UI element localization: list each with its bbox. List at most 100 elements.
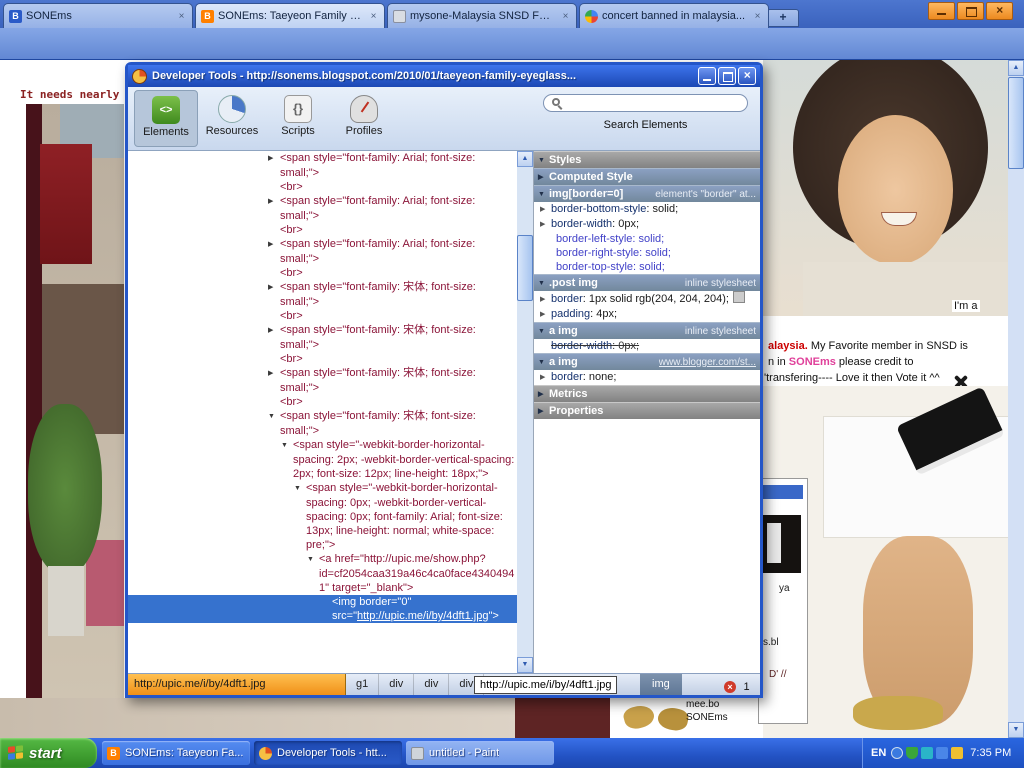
browser-tab[interactable]: B SONEms ×: [3, 3, 193, 28]
error-badge[interactable]: × 1: [724, 678, 750, 693]
styles-section-styles[interactable]: ▼ Styles: [534, 151, 760, 168]
style-property[interactable]: border-width: 0px;: [534, 339, 760, 353]
breadcrumb-item[interactable]: div: [379, 674, 415, 695]
tool-profiles-button[interactable]: Profiles: [332, 90, 396, 147]
tree-scrollbar-thumb[interactable]: [517, 235, 533, 301]
chevron-right-icon[interactable]: ▶: [268, 152, 280, 166]
devtools-minimize-button[interactable]: [698, 67, 716, 85]
chevron-down-icon[interactable]: ▼: [538, 275, 549, 292]
stylesheet-link[interactable]: www.blogger.com/st...: [659, 354, 756, 371]
style-property[interactable]: ▶ border-width: 0px;: [534, 217, 760, 232]
image-src-link[interactable]: http://upic.me/i/by/4dft1.jpg: [357, 610, 488, 622]
tab-close-icon[interactable]: ×: [752, 11, 763, 22]
new-tab-button[interactable]: +: [767, 9, 799, 27]
chevron-right-icon[interactable]: ▶: [268, 238, 280, 252]
tree-node[interactable]: ▶ <span style="font-family: Arial; font-s…: [128, 151, 517, 180]
chevron-right-icon[interactable]: ▶: [268, 195, 280, 209]
tool-scripts-button[interactable]: {} Scripts: [266, 90, 330, 147]
style-property[interactable]: border-right-style: solid;: [534, 246, 760, 260]
tree-node[interactable]: ▶ <span style="font-family: 宋体; font-size…: [128, 280, 517, 309]
chevron-down-icon[interactable]: ▼: [281, 439, 293, 453]
scroll-down-icon[interactable]: ▼: [1008, 722, 1024, 738]
tree-node[interactable]: ▼ <a href="http://upic.me/show.php?id=cf2…: [128, 552, 517, 595]
chevron-right-icon[interactable]: ▶: [540, 218, 551, 232]
tree-scrollbar[interactable]: ▲ ▼: [517, 151, 533, 673]
tree-node[interactable]: <br>: [128, 395, 517, 409]
chevron-right-icon[interactable]: ▶: [268, 367, 280, 381]
tool-elements-button[interactable]: <> Elements: [134, 90, 198, 147]
style-property[interactable]: ▶ border-bottom-style: solid;: [534, 202, 760, 217]
tree-node-selected[interactable]: <img border="0" src="http://upic.me/i/by…: [128, 595, 517, 623]
breadcrumb-item[interactable]: g1: [346, 674, 380, 695]
tree-node[interactable]: <br>: [128, 352, 517, 366]
tree-node[interactable]: ▶ <span style="font-family: 宋体; font-size…: [128, 366, 517, 395]
styles-section-metrics[interactable]: ▶ Metrics: [534, 385, 760, 402]
start-button[interactable]: start: [0, 738, 97, 768]
chevron-down-icon[interactable]: ▼: [538, 354, 549, 371]
scroll-up-icon[interactable]: ▲: [1008, 60, 1024, 76]
tree-node[interactable]: <br>: [128, 180, 517, 194]
tree-scroll-up-icon[interactable]: ▲: [517, 151, 533, 167]
tab-close-icon[interactable]: ×: [368, 11, 379, 22]
browser-tab[interactable]: concert banned in malaysia... ×: [579, 3, 769, 28]
chevron-right-icon[interactable]: ▶: [538, 169, 549, 186]
tool-resources-button[interactable]: Resources: [200, 90, 264, 147]
chevron-right-icon[interactable]: ▶: [540, 203, 551, 217]
chevron-down-icon[interactable]: ▼: [268, 410, 280, 424]
styles-section-a-img[interactable]: ▼ a img inline stylesheet: [534, 322, 760, 339]
styles-section-properties[interactable]: ▶ Properties: [534, 402, 760, 419]
tree-node[interactable]: <br>: [128, 266, 517, 280]
tab-close-icon[interactable]: ×: [176, 11, 187, 22]
chevron-down-icon[interactable]: ▼: [538, 186, 549, 203]
chevron-down-icon[interactable]: ▼: [307, 553, 319, 567]
tree-node[interactable]: ▼ <span style="-webkit-border-horizontal-…: [128, 438, 517, 481]
breadcrumb-selected[interactable]: img: [640, 674, 682, 695]
network-icon[interactable]: [921, 747, 934, 759]
devtools-titlebar[interactable]: Developer Tools - http://sonems.blogspot…: [128, 65, 760, 87]
browser-tab[interactable]: B SONEms: Taeyeon Family E... ×: [195, 3, 385, 28]
tree-node[interactable]: ▶ <span style="font-family: 宋体; font-size…: [128, 323, 517, 352]
tree-node[interactable]: <br>: [128, 309, 517, 323]
taskbar-button[interactable]: Developer Tools - htt...: [254, 741, 402, 765]
styles-section-computed-style[interactable]: ▶ Computed Style: [534, 168, 760, 185]
window-restore-button[interactable]: [957, 2, 984, 20]
style-property[interactable]: border-top-style: solid;: [534, 260, 760, 274]
messenger-icon[interactable]: [951, 747, 964, 759]
tree-node[interactable]: ▼ <span style="font-family: 宋体; font-size…: [128, 409, 517, 438]
style-property[interactable]: ▶ padding: 4px;: [534, 307, 760, 322]
volume-icon[interactable]: [936, 747, 949, 759]
chevron-right-icon[interactable]: ▶: [540, 293, 551, 307]
style-property[interactable]: ▶ border: none;: [534, 370, 760, 385]
taskbar-button[interactable]: untitled - Paint: [406, 741, 554, 765]
window-close-button[interactable]: ×: [986, 2, 1013, 20]
style-property[interactable]: ▶ border: 1px solid rgb(204, 204, 204);: [534, 291, 760, 307]
chevron-down-icon[interactable]: ▼: [294, 482, 306, 496]
tree-node[interactable]: ▼ <span style="-webkit-border-horizontal-…: [128, 481, 517, 552]
window-minimize-button[interactable]: [928, 2, 955, 20]
styles-section-a-img[interactable]: ▼ a img www.blogger.com/st...: [534, 353, 760, 370]
tree-node[interactable]: ▶ <span style="font-family: Arial; font-s…: [128, 237, 517, 266]
page-scrollbar[interactable]: ▲ ▼: [1008, 60, 1024, 738]
chevron-right-icon[interactable]: ▶: [540, 308, 551, 322]
language-icon[interactable]: [891, 747, 904, 759]
chevron-down-icon[interactable]: ▼: [538, 323, 549, 340]
tree-node[interactable]: ▶ <span style="font-family: Arial; font-s…: [128, 194, 517, 223]
style-property[interactable]: border-left-style: solid;: [534, 232, 760, 246]
taskbar-button[interactable]: B SONEms: Taeyeon Fa...: [102, 741, 250, 765]
security-shield-icon[interactable]: [906, 747, 919, 759]
search-input[interactable]: [543, 94, 748, 112]
browser-tab[interactable]: mysone-Malaysia SNSD For... ×: [387, 3, 577, 28]
chevron-down-icon[interactable]: ▼: [538, 152, 549, 169]
chevron-right-icon[interactable]: ▶: [268, 281, 280, 295]
styles-section-img-border-0-[interactable]: ▼ img[border=0] element's "border" at...: [534, 185, 760, 202]
breadcrumb-item[interactable]: div: [414, 674, 450, 695]
tree-scroll-down-icon[interactable]: ▼: [517, 657, 533, 673]
tree-node[interactable]: <br>: [128, 223, 517, 237]
tab-close-icon[interactable]: ×: [560, 11, 571, 22]
chevron-right-icon[interactable]: ▶: [538, 386, 549, 403]
devtools-close-button[interactable]: ×: [738, 67, 756, 85]
scrollbar-thumb[interactable]: [1008, 77, 1024, 169]
chevron-right-icon[interactable]: ▶: [538, 403, 549, 420]
chevron-right-icon[interactable]: ▶: [540, 371, 551, 385]
chevron-right-icon[interactable]: ▶: [268, 324, 280, 338]
